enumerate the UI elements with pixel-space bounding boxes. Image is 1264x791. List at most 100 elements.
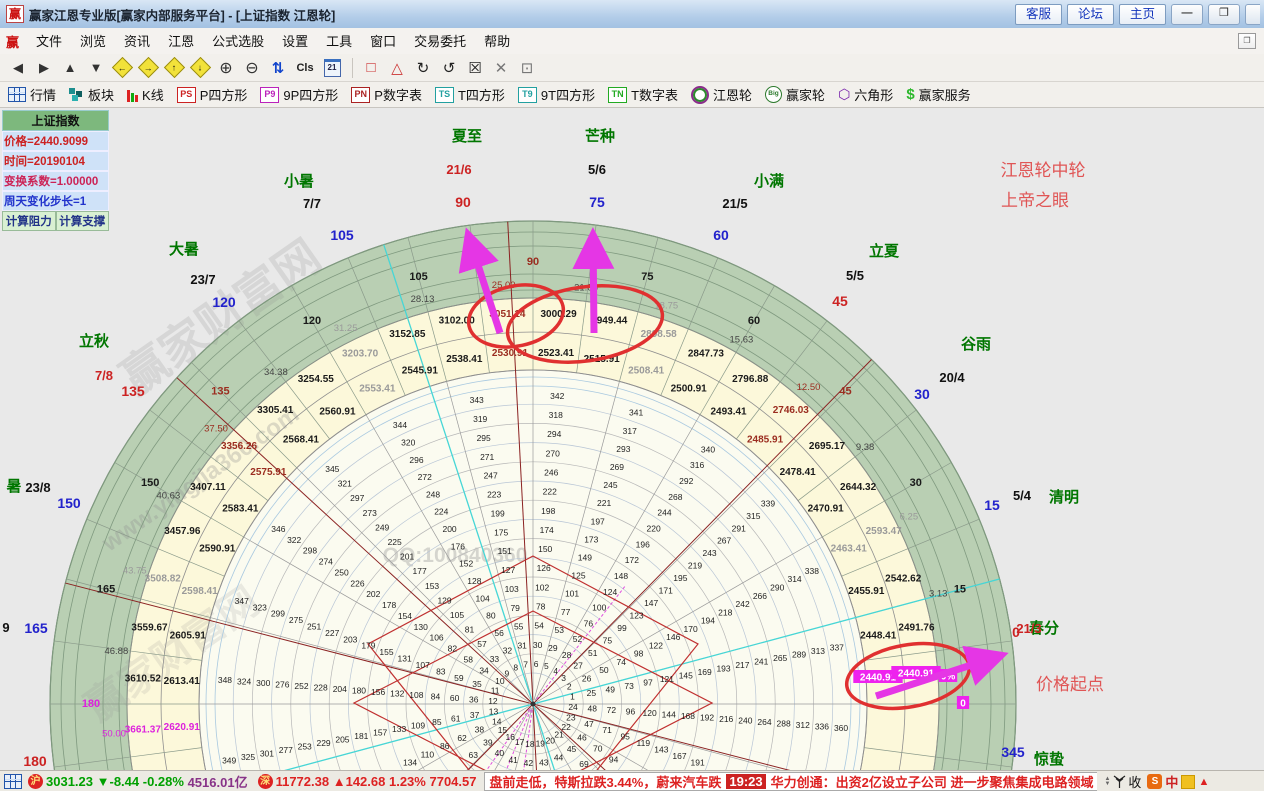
rotate-cw-icon[interactable]: ↻ [411, 57, 435, 79]
svg-text:0: 0 [960, 699, 966, 710]
calc-support-button[interactable]: 计算支撑 [56, 211, 110, 231]
support-price-20: 2590.91 [199, 543, 236, 554]
resistance-price-14: 3152.85 [389, 329, 426, 340]
shrink-icon[interactable]: ✕ [489, 57, 513, 79]
diamond-right-icon[interactable]: → [136, 57, 160, 79]
menu-工具[interactable]: 工具 [317, 29, 361, 54]
minimize-button[interactable]: — [1171, 4, 1203, 25]
winner-service-button[interactable]: $赢家服务 [906, 85, 970, 104]
ime-arrow-icon[interactable]: ▲ [1198, 776, 1209, 788]
zoom-out-icon[interactable]: ⊖ [240, 57, 264, 79]
nav-down-icon[interactable]: ▼ [84, 57, 108, 79]
news-item-2[interactable]: 华力创通：出资2亿设立子公司 进一步聚焦集成电路领域 [771, 772, 1094, 791]
sh-index-value[interactable]: 3031.23 [46, 774, 93, 789]
p-table-button[interactable]: PNP数字表 [351, 85, 422, 104]
support-price-18: 2575.91 [250, 467, 287, 478]
zoom-in-icon[interactable]: ⊕ [214, 57, 238, 79]
t-square-button[interactable]: TST四方形 [435, 85, 505, 104]
menu-江恩[interactable]: 江恩 [159, 29, 203, 54]
svg-text:250: 250 [335, 567, 349, 577]
quotes-button[interactable]: 行情 [8, 85, 56, 104]
menu-文件[interactable]: 文件 [27, 29, 71, 54]
calendar-icon[interactable]: 21 [320, 57, 344, 79]
9t-square-button[interactable]: T99T四方形 [518, 85, 595, 104]
close-button[interactable] [1245, 4, 1260, 25]
cls-icon[interactable]: Cls [292, 57, 318, 79]
svg-text:17: 17 [515, 737, 525, 747]
svg-text:199: 199 [491, 508, 505, 518]
kline-button[interactable]: K线 [127, 85, 164, 104]
date-7/8: 7/8 [95, 368, 113, 383]
nav-right-icon[interactable]: ▶ [32, 57, 56, 79]
ime-lang-icon[interactable]: 中 [1165, 772, 1178, 791]
maximize-button[interactable]: ❐ [1208, 4, 1240, 25]
news-scroll-buttons[interactable]: ▲▼ [1104, 777, 1110, 787]
ime-skin-icon[interactable] [1181, 775, 1195, 789]
news-item-1[interactable]: 盘前走低，特斯拉跌3.44%，蔚来汽车跌 [489, 772, 721, 791]
svg-text:321: 321 [338, 479, 352, 489]
sz-index-amount: 7704.57 [429, 774, 476, 789]
svg-text:52: 52 [573, 634, 583, 644]
svg-text:244: 244 [657, 508, 671, 518]
degree-decimal-2: 6.25 [900, 512, 919, 523]
term-小满: 小满 [754, 172, 784, 190]
nav-up-icon[interactable]: ▲ [58, 57, 82, 79]
receive-label[interactable]: 收 [1128, 772, 1141, 791]
svg-text:323: 323 [253, 602, 267, 612]
gann-wheel-canvas[interactable]: 赢家财富网www.yingjia360.com赢家财富网QQ:100840360… [0, 108, 1264, 770]
svg-text:125: 125 [571, 571, 585, 581]
menu-公式选股[interactable]: 公式选股 [203, 29, 273, 54]
hexagon-button[interactable]: ⬡六角形 [838, 85, 893, 104]
sectors-button[interactable]: 板块 [69, 85, 114, 104]
menu-窗口[interactable]: 窗口 [361, 29, 405, 54]
svg-text:301: 301 [260, 748, 274, 758]
winner-wheel-button[interactable]: Big赢家轮 [765, 85, 825, 104]
svg-text:264: 264 [757, 717, 771, 727]
date-5/6: 5/6 [588, 162, 606, 177]
gann-wheel-button[interactable]: 江恩轮 [691, 85, 752, 104]
resistance-price-16: 3254.55 [298, 374, 335, 385]
home-button[interactable]: 主页 [1119, 4, 1166, 25]
news-ticker[interactable]: 盘前走低，特斯拉跌3.44%，蔚来汽车跌 19:23 华力创通：出资2亿设立子公… [484, 772, 1097, 791]
svg-text:53: 53 [555, 625, 565, 635]
nav-left-icon[interactable]: ◀ [6, 57, 30, 79]
menu-交易委托[interactable]: 交易委托 [405, 29, 475, 54]
svg-text:26: 26 [582, 673, 592, 683]
info-row-coefficient: 变换系数=1.00000 [2, 171, 109, 191]
diamond-up-icon[interactable]: ↑ [162, 57, 186, 79]
svg-text:58: 58 [463, 654, 473, 664]
t-table-button[interactable]: TNT数字表 [608, 85, 678, 104]
svg-text:56: 56 [494, 628, 504, 638]
mdi-restore-icon[interactable]: ❐ [1238, 33, 1256, 49]
info-row-time: 时间=20190104 [2, 151, 109, 171]
resistance-price-2: 2542.62 [885, 573, 922, 584]
9p-square-button[interactable]: P99P四方形 [260, 85, 338, 104]
menu-设置[interactable]: 设置 [273, 29, 317, 54]
news-time-badge: 19:23 [726, 774, 765, 789]
triangle-tool-icon[interactable]: △ [385, 57, 409, 79]
diamond-left-icon[interactable]: ← [110, 57, 134, 79]
screen-icon[interactable]: ⊡ [515, 57, 539, 79]
rotate-ccw-icon[interactable]: ↺ [437, 57, 461, 79]
rect-tool-icon[interactable]: □ [359, 57, 383, 79]
updown-axis-icon[interactable]: ⇅ [266, 57, 290, 79]
ime-logo-icon[interactable]: S [1147, 774, 1162, 789]
forum-button[interactable]: 论坛 [1067, 4, 1114, 25]
resistance-price-3: 2593.47 [866, 526, 903, 537]
support-button[interactable]: 客服 [1015, 4, 1062, 25]
term-谷雨: 谷雨 [961, 336, 991, 353]
titlebar-link-buttons: 客服论坛主页 [1015, 4, 1166, 25]
p-square-button[interactable]: PSP四方形 [177, 85, 248, 104]
menu-资讯[interactable]: 资讯 [115, 29, 159, 54]
svg-text:35: 35 [472, 679, 482, 689]
diamond-down-icon[interactable]: ↓ [188, 57, 212, 79]
calc-resistance-button[interactable]: 计算阻力 [2, 211, 56, 231]
menu-浏览[interactable]: 浏览 [71, 29, 115, 54]
svg-text:179: 179 [361, 641, 375, 651]
support-price-21: 2598.41 [182, 586, 219, 597]
delete-box-icon[interactable]: ☒ [463, 57, 487, 79]
sz-index-value[interactable]: 11772.38 [276, 774, 330, 789]
quote-grid-icon[interactable] [4, 774, 22, 789]
menu-帮助[interactable]: 帮助 [475, 29, 519, 54]
ime-toolbar[interactable]: S 中 ▲ [1147, 772, 1209, 791]
